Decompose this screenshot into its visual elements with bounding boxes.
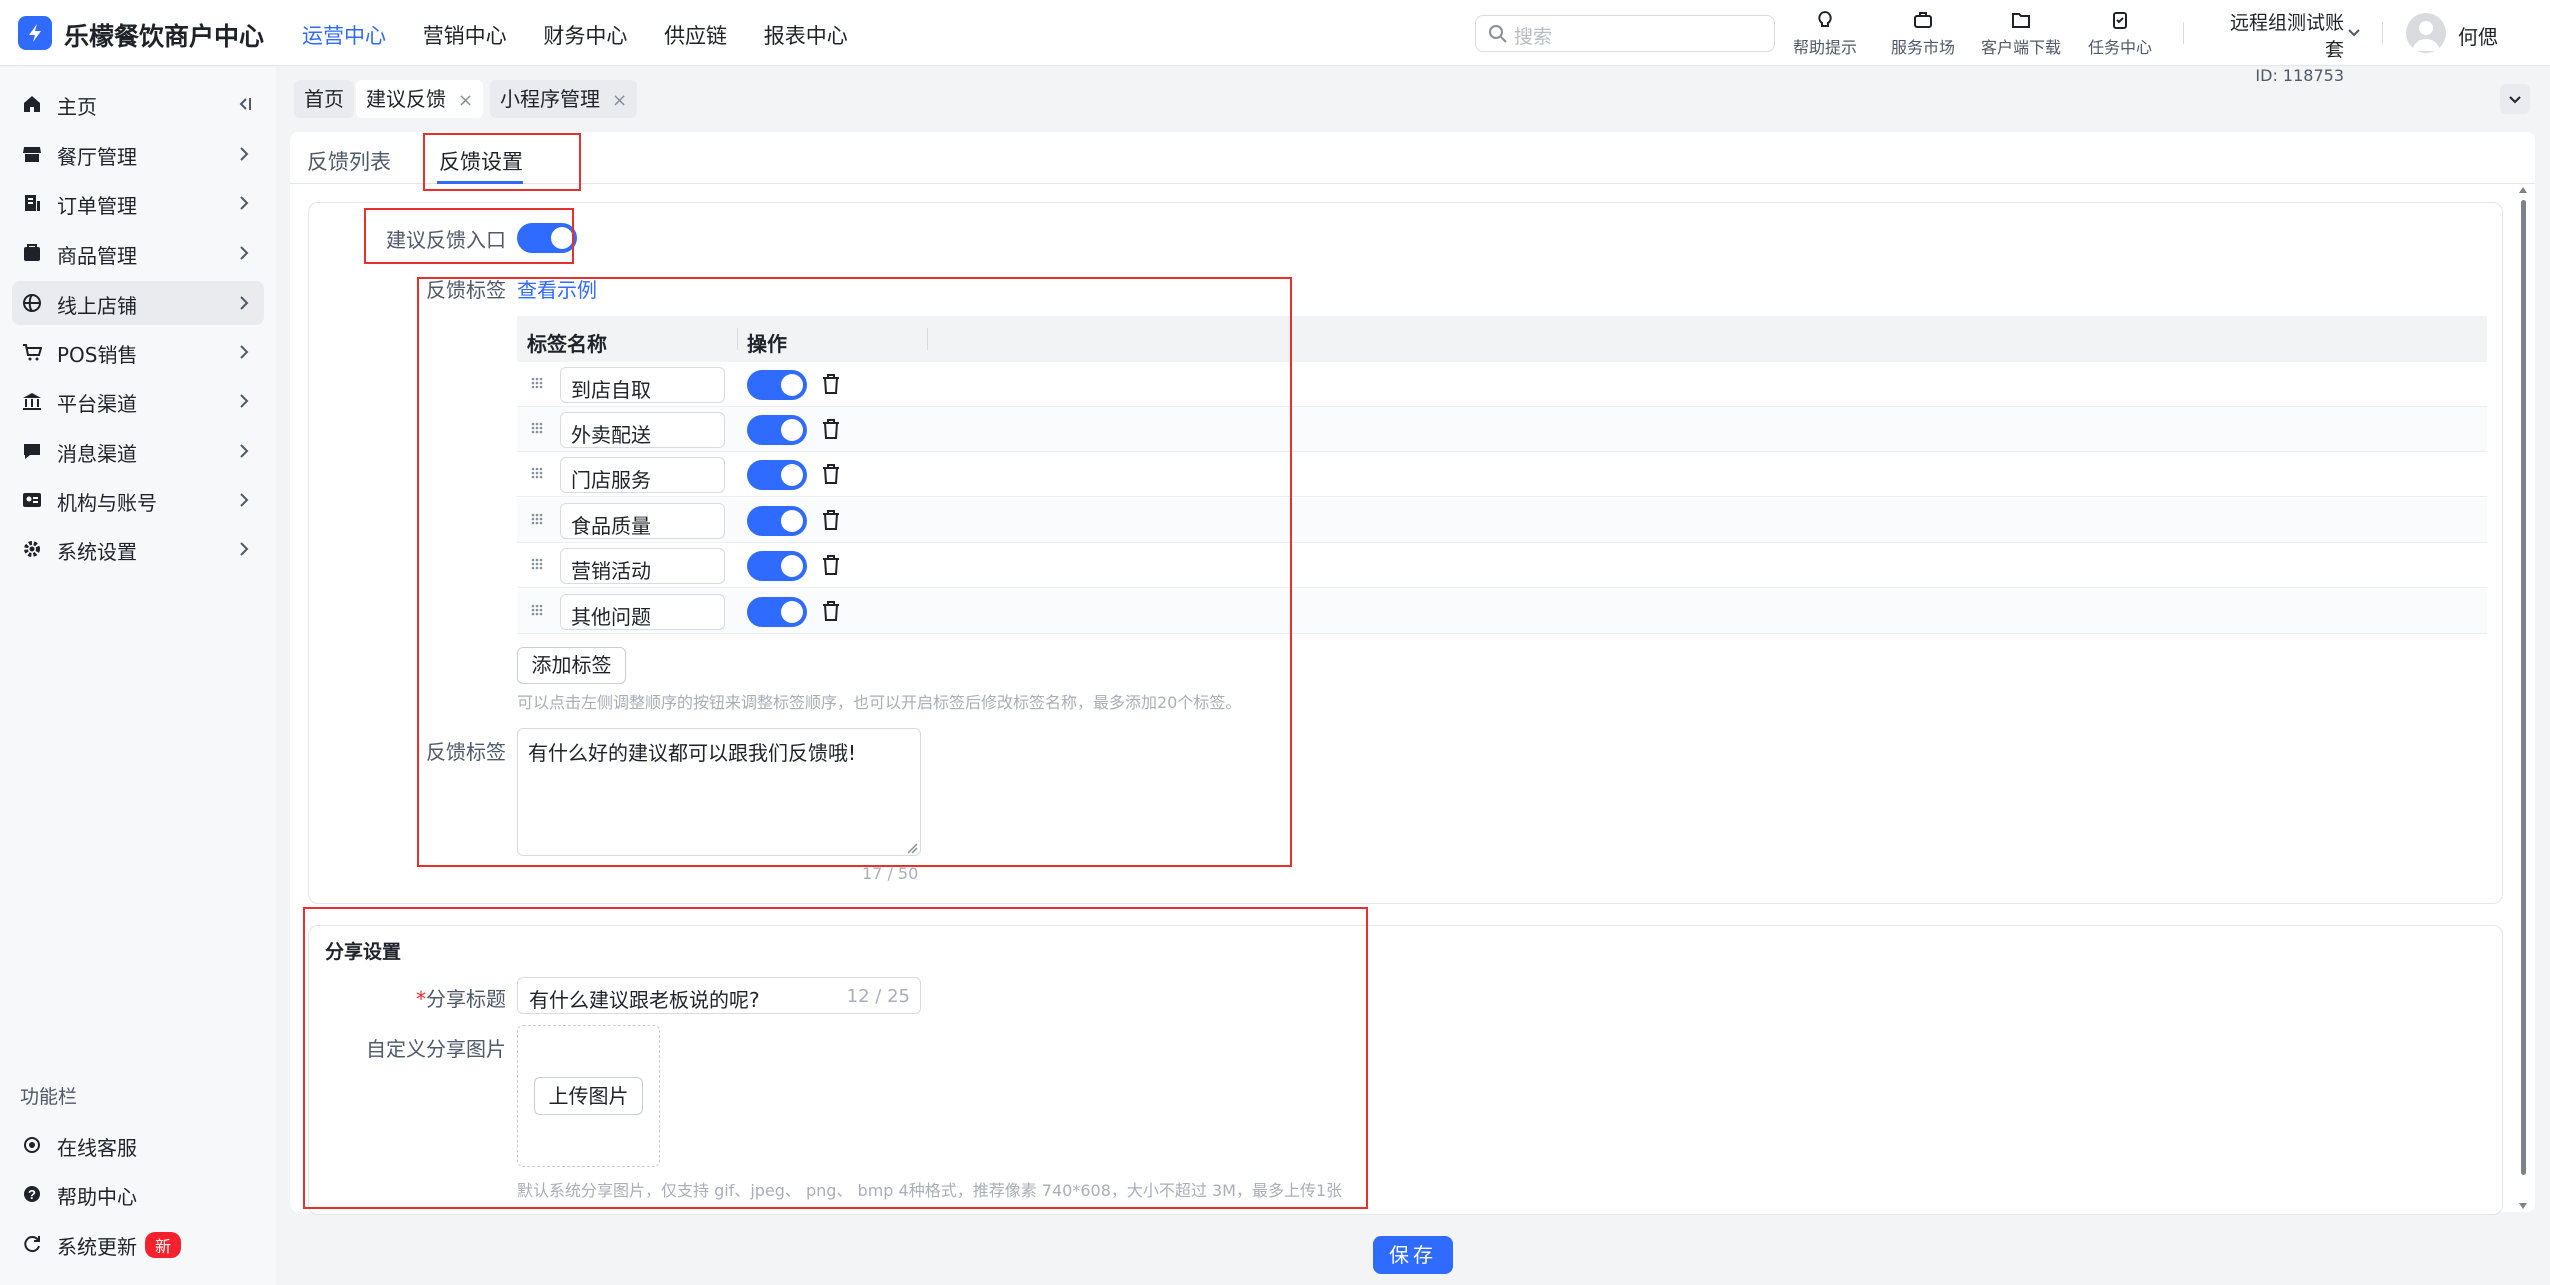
highlight-box — [364, 208, 574, 264]
headset-icon — [24, 1137, 40, 1153]
tab-feedback[interactable]: 建议反馈 × — [356, 80, 484, 118]
chevron-right-icon — [240, 345, 249, 359]
close-icon[interactable]: × — [612, 90, 627, 111]
highlight-box — [423, 133, 581, 191]
scroll-up-arrow-icon[interactable] — [2519, 186, 2527, 194]
topnav-operations[interactable]: 运营中心 — [302, 24, 386, 48]
scrollbar-thumb[interactable] — [2521, 200, 2526, 1175]
sidebar-item-system-update[interactable]: 系统更新 新 — [12, 1222, 264, 1266]
chevron-right-icon — [240, 147, 249, 161]
search-icon — [1489, 25, 1507, 43]
topnav-supply-chain[interactable]: 供应链 — [664, 24, 727, 48]
online-store-icon — [23, 294, 41, 312]
task-center-button[interactable]: 任务中心 — [2075, 10, 2165, 58]
sidebar-item-goods[interactable]: 商品管理 — [12, 231, 264, 275]
topnav-marketing[interactable]: 营销中心 — [423, 24, 507, 48]
app-title: 乐檬餐饮商户中心 — [64, 22, 265, 51]
sidebar-item-orders[interactable]: 订单管理 — [12, 181, 264, 225]
highlight-box — [303, 907, 1368, 1209]
sidebar-item-messages[interactable]: 消息渠道 — [12, 429, 264, 473]
divider — [2382, 22, 2383, 44]
account-name: 远程组测试账套 — [2229, 12, 2344, 61]
sidebar-item-home[interactable]: 主页 — [12, 82, 264, 126]
logo-icon — [18, 16, 52, 50]
sidebar-item-accounts[interactable]: 机构与账号 — [12, 478, 264, 522]
sidebar-section-title: 功能栏 — [20, 1086, 78, 1108]
chevron-right-icon — [240, 196, 249, 210]
subtab-divider — [290, 183, 2535, 184]
service-market-button[interactable]: 服务市场 — [1878, 10, 1968, 58]
bulb-icon — [1818, 10, 1832, 27]
subtab-feedback-list[interactable]: 反馈列表 — [307, 146, 391, 176]
order-icon — [25, 195, 40, 211]
sidebar-item-pos[interactable]: POS销售 — [12, 330, 264, 374]
tab-mini-program[interactable]: 小程序管理 × — [490, 80, 638, 118]
account-id: ID: 118753 — [2255, 66, 2344, 85]
chevron-right-icon — [240, 246, 249, 260]
highlight-box — [417, 277, 1292, 867]
search-input[interactable]: 搜索 — [1514, 22, 1552, 49]
save-button[interactable]: 保存 — [1373, 1236, 1453, 1274]
sidebar-item-platform[interactable]: 平台渠道 — [12, 379, 264, 423]
gear-icon — [24, 541, 40, 557]
briefcase-icon — [1914, 12, 1932, 28]
sidebar-item-online-service[interactable]: 在线客服 — [12, 1123, 264, 1167]
chevron-right-icon — [240, 296, 249, 310]
search-box[interactable]: 搜索 — [1475, 15, 1775, 52]
sidebar-item-restaurant[interactable]: 餐厅管理 — [12, 132, 264, 176]
chevron-right-icon — [240, 542, 249, 556]
goods-icon — [24, 244, 40, 261]
scroll-down-arrow-icon[interactable] — [2519, 1202, 2527, 1210]
store-icon — [23, 147, 41, 162]
client-download-button[interactable]: 客户端下载 — [1976, 10, 2066, 58]
chevron-down-icon — [2509, 96, 2521, 104]
folder-download-icon — [2012, 13, 2030, 28]
refresh-icon — [24, 1236, 40, 1253]
new-badge: 新 — [145, 1232, 182, 1258]
sidebar-item-settings[interactable]: 系统设置 — [12, 527, 264, 571]
tabs-menu-button[interactable] — [2500, 84, 2530, 114]
topnav-finance[interactable]: 财务中心 — [543, 24, 627, 48]
sidebar-item-help-center[interactable]: ? 帮助中心 — [12, 1172, 264, 1216]
collapse-sidebar-icon[interactable] — [234, 94, 254, 114]
svg-text:?: ? — [28, 1187, 36, 1202]
topnav-reports[interactable]: 报表中心 — [764, 24, 848, 48]
chevron-down-icon[interactable] — [2346, 24, 2362, 40]
avatar[interactable] — [2406, 13, 2446, 53]
divider — [2183, 22, 2184, 44]
close-icon[interactable]: × — [458, 90, 473, 111]
platform-icon — [23, 393, 41, 410]
sidebar-item-online-store[interactable]: 线上店铺 — [12, 281, 264, 325]
clipboard-icon — [2113, 12, 2127, 29]
top-nav: 运营中心 营销中心 财务中心 供应链 报表中心 — [302, 20, 878, 50]
help-tips-button[interactable]: 帮助提示 — [1780, 10, 1870, 58]
account-icon — [23, 493, 41, 507]
user-name[interactable]: 何偲 — [2458, 21, 2498, 50]
chevron-right-icon — [240, 444, 249, 458]
message-icon — [24, 444, 40, 459]
chevron-right-icon — [240, 493, 249, 507]
tab-home[interactable]: 首页 — [294, 80, 354, 118]
home-icon — [24, 96, 40, 112]
cart-icon — [23, 344, 42, 361]
question-icon: ? — [24, 1186, 40, 1202]
account-switcher[interactable]: 远程组测试账套 ID: 118753 — [2214, 8, 2344, 85]
chevron-right-icon — [240, 394, 249, 408]
